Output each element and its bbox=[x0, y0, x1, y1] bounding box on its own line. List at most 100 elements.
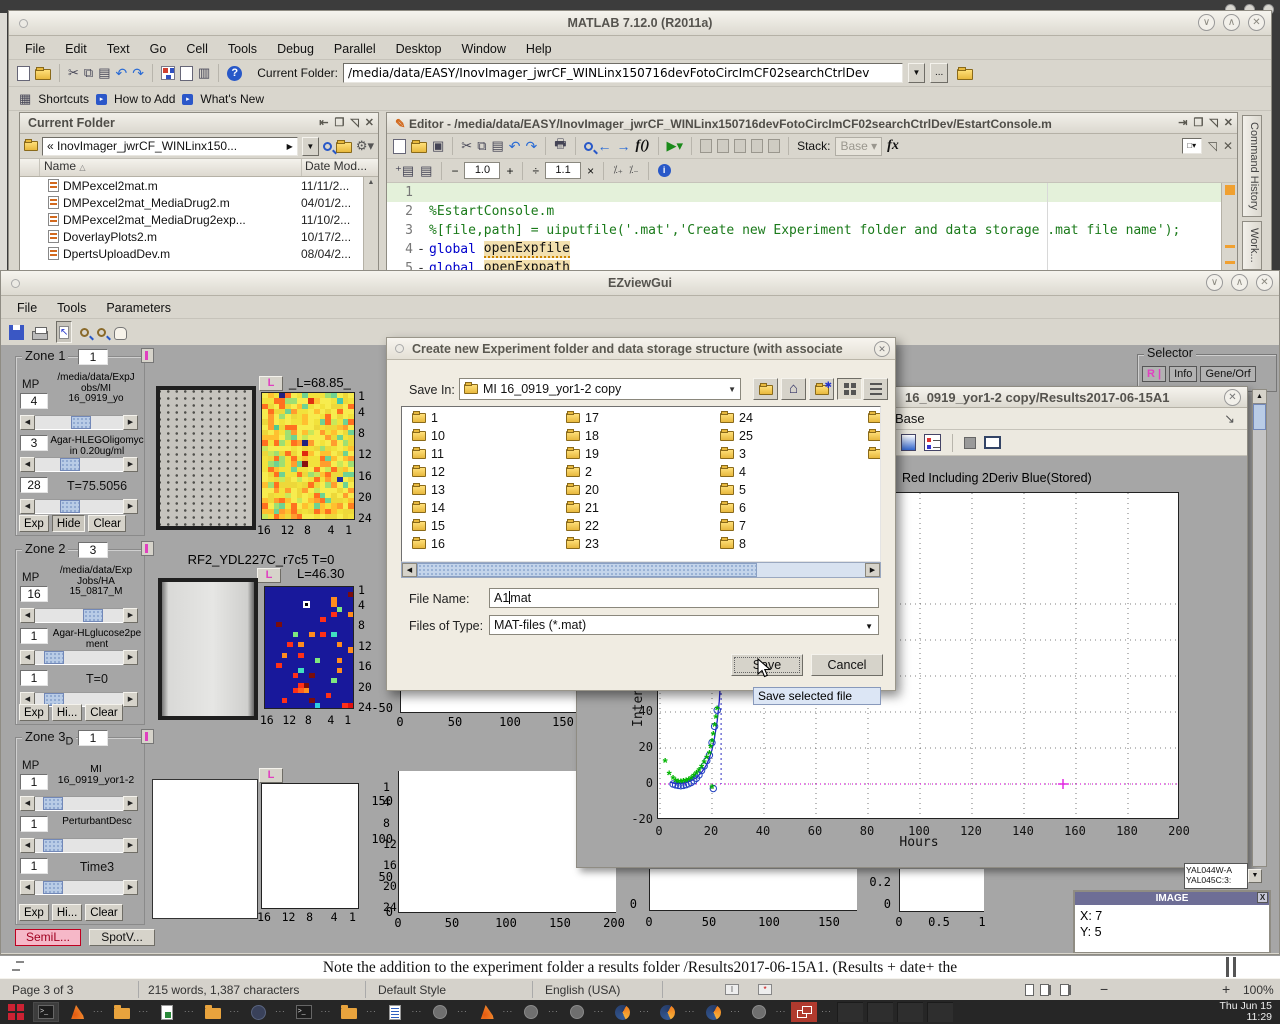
folder-item[interactable]: 23 bbox=[562, 535, 599, 553]
grid-view-button[interactable] bbox=[837, 378, 862, 400]
ezview-scrollbar[interactable]: ▲ bbox=[1252, 389, 1267, 867]
file-row[interactable]: DMPexcel2mat_MediaDrug2.m04/01/2... bbox=[20, 194, 363, 211]
file-name-input[interactable]: A1mat bbox=[489, 588, 879, 608]
legend-icon[interactable] bbox=[924, 434, 941, 451]
breadcrumb-dropdown-icon[interactable]: ▼ bbox=[302, 137, 319, 156]
slider-track[interactable] bbox=[35, 838, 123, 853]
exp-button[interactable]: Exp bbox=[19, 704, 49, 721]
media-slider[interactable]: ◀▶ bbox=[20, 457, 138, 472]
mp-field[interactable]: 1 bbox=[20, 774, 48, 790]
slider-thumb[interactable] bbox=[44, 651, 64, 664]
taskbar-item-matlab[interactable] bbox=[473, 1002, 499, 1022]
slider-thumb[interactable] bbox=[43, 881, 63, 894]
cut-icon[interactable]: ✂ bbox=[68, 65, 79, 81]
slider-thumb[interactable] bbox=[60, 458, 80, 471]
step-in-icon[interactable] bbox=[751, 139, 763, 153]
image-window-titlebar[interactable]: IMAGE X bbox=[1075, 892, 1269, 905]
menu-tools[interactable]: Tools bbox=[228, 42, 257, 56]
paste-icon[interactable]: ▤ bbox=[98, 65, 110, 81]
zone1-heatmap[interactable] bbox=[261, 392, 355, 520]
slider-left-icon[interactable]: ◀ bbox=[20, 415, 35, 430]
time-field[interactable]: 1 bbox=[20, 670, 48, 686]
scroll-left-icon[interactable]: ◀ bbox=[402, 563, 417, 577]
slider-left-icon[interactable]: ◀ bbox=[20, 457, 35, 472]
folder-item[interactable]: 3 bbox=[716, 445, 753, 463]
cell-value-1[interactable]: 1.0 bbox=[464, 162, 500, 179]
open-file-icon[interactable] bbox=[35, 69, 51, 80]
spotview-button[interactable]: SpotV... bbox=[89, 929, 155, 946]
slider-track[interactable] bbox=[35, 796, 123, 811]
hi-button[interactable]: Hi... bbox=[52, 704, 82, 721]
file-list-scrollbar[interactable]: ▲ bbox=[363, 177, 378, 271]
scroll-up-icon[interactable]: ▲ bbox=[1253, 390, 1266, 404]
close-panel-icon[interactable]: ✕ bbox=[1224, 116, 1233, 129]
files-of-type-combo[interactable]: MAT-files (*.mat) ▼ bbox=[489, 615, 879, 635]
breakpoint-clear-icon[interactable] bbox=[717, 139, 729, 153]
taskbar-empty-slot[interactable] bbox=[927, 1002, 953, 1022]
folder-item[interactable]: 8 bbox=[716, 535, 753, 553]
mp-slider[interactable]: ◀▶ bbox=[20, 796, 138, 811]
date-column-header[interactable]: Date Mod... bbox=[301, 159, 378, 176]
slider-right-icon[interactable]: ▶ bbox=[123, 796, 138, 811]
close-icon[interactable]: ✕ bbox=[1248, 14, 1265, 31]
taskbar-item-app[interactable] bbox=[427, 1002, 453, 1022]
taskbar-item-terminal-active[interactable]: >_ bbox=[33, 1002, 59, 1022]
search-icon[interactable] bbox=[323, 142, 332, 151]
gene-item[interactable]: YAL045C:3: bbox=[1186, 876, 1246, 886]
simulink-icon[interactable] bbox=[161, 66, 175, 80]
browse-folder-button[interactable]: ... bbox=[930, 63, 948, 83]
minimize-icon[interactable]: ∨ bbox=[1206, 274, 1223, 291]
minimize-icon[interactable]: ∨ bbox=[1198, 14, 1215, 31]
menu-tools[interactable]: Tools bbox=[57, 301, 86, 315]
taskbar-item-matlab[interactable] bbox=[63, 1002, 89, 1022]
slider-right-icon[interactable]: ▶ bbox=[123, 499, 138, 514]
folder-item[interactable]: 10 bbox=[408, 427, 445, 445]
menu-file[interactable]: File bbox=[25, 42, 45, 56]
image-close-icon[interactable]: X bbox=[1257, 892, 1268, 903]
clear-button[interactable]: Clear bbox=[85, 904, 122, 921]
undock-icon[interactable]: ◹ bbox=[350, 116, 358, 129]
slider-left-icon[interactable]: ◀ bbox=[20, 608, 35, 623]
slider-right-icon[interactable]: ▶ bbox=[123, 457, 138, 472]
changes-icon[interactable]: * bbox=[758, 984, 772, 995]
file-row[interactable]: DpertsUploadDev.m08/04/2... bbox=[20, 245, 363, 262]
editor-scrollbar[interactable] bbox=[1221, 183, 1237, 271]
menu-parallel[interactable]: Parallel bbox=[334, 42, 376, 56]
slider-left-icon[interactable]: ◀ bbox=[20, 650, 35, 665]
new-file-icon[interactable] bbox=[17, 66, 30, 81]
taskbar-item-active-red[interactable] bbox=[791, 1002, 817, 1022]
book-view-icon[interactable] bbox=[1060, 984, 1069, 996]
hi-button[interactable]: Hi... bbox=[52, 904, 82, 921]
folder-item[interactable]: 7 bbox=[716, 517, 753, 535]
how-to-add-icon[interactable]: ▸ bbox=[96, 94, 107, 105]
time-field[interactable]: 1 bbox=[20, 858, 48, 874]
slider-thumb[interactable] bbox=[43, 839, 63, 852]
name-column-header[interactable]: Name △ bbox=[40, 159, 301, 176]
menu-file[interactable]: File bbox=[17, 301, 37, 315]
slider-track[interactable] bbox=[35, 457, 123, 472]
zoom-in-icon[interactable]: + bbox=[1222, 981, 1230, 997]
slider-right-icon[interactable]: ▶ bbox=[123, 608, 138, 623]
page-indicator[interactable]: Page 3 of 3 bbox=[12, 983, 73, 997]
folder-item[interactable]: 6 bbox=[716, 499, 753, 517]
menu-window[interactable]: Window bbox=[461, 42, 505, 56]
zone2-plate-image[interactable] bbox=[158, 578, 258, 720]
selector-info[interactable]: Info bbox=[1169, 366, 1197, 382]
find-icon[interactable] bbox=[584, 142, 593, 151]
whats-new-icon[interactable]: ▸ bbox=[182, 94, 193, 105]
folder-item[interactable]: 14 bbox=[408, 499, 445, 517]
taskbar-item-quassel[interactable] bbox=[245, 1002, 271, 1022]
colorbar-icon[interactable] bbox=[901, 434, 916, 451]
language-indicator[interactable]: English (USA) bbox=[545, 983, 620, 997]
menu-help[interactable]: Help bbox=[526, 42, 552, 56]
cell-divider-icon[interactable]: ▤ bbox=[420, 163, 432, 179]
folder-item[interactable]: 19 bbox=[562, 445, 599, 463]
zone3-heatmap[interactable] bbox=[261, 783, 359, 909]
multiply-icon[interactable]: × bbox=[587, 164, 594, 178]
insert-cell-icon[interactable]: ⁺▤ bbox=[395, 163, 414, 179]
undo-icon[interactable]: ↶ bbox=[509, 138, 521, 155]
folder-item[interactable]: 4 bbox=[716, 463, 753, 481]
time-slider[interactable]: ◀▶ bbox=[20, 880, 138, 895]
function-browser-icon[interactable]: f() bbox=[636, 138, 650, 154]
taskbar-item-workspace[interactable] bbox=[3, 1002, 29, 1022]
